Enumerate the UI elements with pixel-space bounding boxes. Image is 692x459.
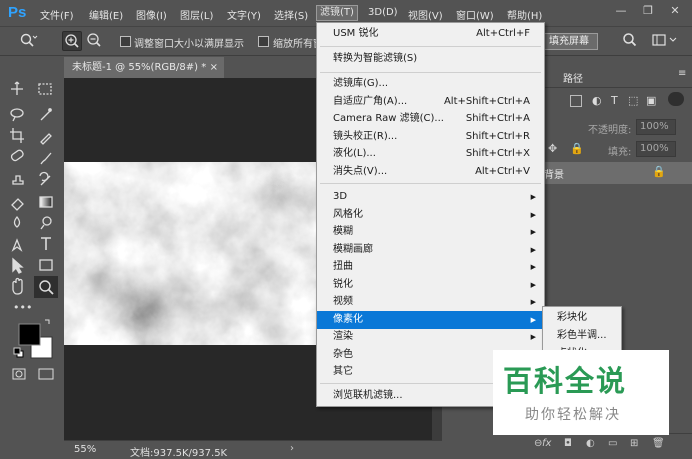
- filter-shape-icon[interactable]: ⬚: [628, 94, 638, 107]
- menu-item-convert-smart-filter[interactable]: 转换为智能滤镜(S): [317, 50, 544, 68]
- menu-item-adaptive-wide-angle[interactable]: 自适应广角(A)... Alt+Shift+Ctrl+A: [317, 93, 544, 111]
- layer-filter-row: ◐ T ⬚ ▣: [540, 92, 692, 114]
- menu-separator: [320, 183, 541, 184]
- panel-tabs: 路径 ≡: [540, 64, 692, 88]
- watermark-subtitle: 助你轻松解决: [525, 407, 621, 423]
- menu-separator: [320, 46, 541, 47]
- lock-all-icon[interactable]: 🔒: [570, 142, 584, 155]
- submenu-item-color-halftone[interactable]: 彩色半调...: [543, 327, 621, 345]
- layer-name: 背景: [544, 170, 564, 181]
- search-icon[interactable]: [620, 31, 640, 51]
- menu-item-distort[interactable]: 扭曲 ▶: [317, 258, 544, 276]
- svg-text:•••: •••: [13, 301, 32, 314]
- menu-item-render[interactable]: 渲染 ▶: [317, 328, 544, 346]
- status-arrow-icon[interactable]: ›: [290, 443, 294, 454]
- menu-window[interactable]: 窗口(W): [456, 7, 494, 22]
- filter-smart-icon[interactable]: ▣: [646, 94, 656, 107]
- menu-help[interactable]: 帮助(H): [507, 7, 542, 22]
- opacity-row: 不透明度: 100%: [540, 118, 692, 138]
- menu-3d[interactable]: 3D(D): [368, 7, 398, 18]
- close-tab-icon[interactable]: ×: [210, 57, 218, 78]
- group-icon[interactable]: ▭: [608, 438, 617, 449]
- panel-menu-icon[interactable]: ≡: [678, 68, 686, 79]
- menu-item-3d[interactable]: 3D ▶: [317, 188, 544, 206]
- filter-type-icon[interactable]: T: [611, 94, 618, 107]
- adjustment-layer-icon[interactable]: ◐: [586, 438, 595, 449]
- photoshop-logo: Ps: [8, 4, 27, 21]
- menu-separator: [320, 72, 541, 73]
- status-bar: 55% 文档:937.5K/937.5K ›: [64, 440, 442, 459]
- document-tab-title: 未标题-1 @ 55%(RGB/8#) *: [72, 62, 207, 73]
- add-mask-icon[interactable]: ◘: [564, 438, 572, 449]
- watermark: 百科全说 助你轻松解决: [493, 350, 669, 435]
- menu-item-video[interactable]: 视频 ▶: [317, 293, 544, 311]
- menu-item-lens-correction[interactable]: 镜头校正(R)... Shift+Ctrl+R: [317, 128, 544, 146]
- zoom-level[interactable]: 55%: [74, 444, 96, 455]
- fill-row: ✥ 🔒 填充: 100%: [540, 140, 692, 160]
- toolbox-icons: •••: [10, 81, 58, 380]
- fill-screen-button[interactable]: 填充屏幕: [540, 33, 598, 50]
- menu-image[interactable]: 图像(I): [136, 7, 167, 22]
- new-layer-icon[interactable]: ⊞: [630, 438, 638, 449]
- workspace-switcher-icon[interactable]: [648, 31, 684, 51]
- menu-item-pixelate[interactable]: 像素化 ▶: [317, 310, 544, 329]
- menu-item-blur-gallery[interactable]: 模糊画廊 ▶: [317, 241, 544, 259]
- clouds-canvas[interactable]: [64, 162, 320, 345]
- filter-pixel-icon[interactable]: [570, 95, 582, 107]
- document-tab[interactable]: 未标题-1 @ 55%(RGB/8#) * ×: [64, 57, 224, 78]
- filter-toggle[interactable]: [668, 92, 684, 106]
- menu-item-liquify[interactable]: 液化(L)... Shift+Ctrl+X: [317, 145, 544, 163]
- zoom-tool-preset-icon[interactable]: [18, 31, 38, 51]
- minimize-icon[interactable]: —: [610, 3, 632, 19]
- resize-windows-checkbox[interactable]: [120, 36, 131, 47]
- zoom-out-icon[interactable]: [84, 31, 104, 51]
- submenu-item-facet[interactable]: 彩块化: [543, 309, 621, 327]
- menu-item-vanishing-point[interactable]: 消失点(V)... Alt+Ctrl+V: [317, 163, 544, 181]
- document-size: 文档:937.5K/937.5K: [130, 448, 228, 459]
- opacity-value[interactable]: 100%: [636, 119, 676, 135]
- delete-layer-icon[interactable]: 🗑: [652, 438, 665, 449]
- filter-adjust-icon[interactable]: ◐: [592, 94, 602, 107]
- zoom-in-icon[interactable]: [62, 31, 82, 51]
- background-layer[interactable]: 背景 🔒: [540, 162, 692, 184]
- watermark-title: 百科全说: [503, 366, 628, 398]
- menu-item-usm-sharpen[interactable]: USM 锐化 Alt+Ctrl+F: [317, 25, 544, 43]
- layers-footer: ⊖ fx ◘ ◐ ▭ ⊞ 🗑: [534, 433, 692, 457]
- fill-label: 填充:: [608, 147, 632, 158]
- menu-edit[interactable]: 编辑(E): [89, 7, 123, 22]
- opacity-label: 不透明度:: [588, 125, 632, 136]
- menu-file[interactable]: 文件(F): [40, 7, 74, 22]
- fx-icon[interactable]: fx: [542, 438, 551, 449]
- menu-select[interactable]: 选择(S): [274, 7, 308, 22]
- restore-icon[interactable]: ❐: [637, 3, 659, 19]
- close-icon[interactable]: ✕: [664, 3, 686, 19]
- toolbox: •••: [3, 58, 59, 388]
- menu-item-blur[interactable]: 模糊 ▶: [317, 223, 544, 241]
- menu-type[interactable]: 文字(Y): [227, 7, 261, 22]
- fill-value[interactable]: 100%: [636, 141, 676, 157]
- menu-item-sharpen[interactable]: 锐化 ▶: [317, 276, 544, 294]
- menu-item-stylize[interactable]: 风格化 ▶: [317, 206, 544, 224]
- zoom-all-windows-checkbox[interactable]: [258, 36, 269, 47]
- menu-layer[interactable]: 图层(L): [180, 7, 213, 22]
- menu-view[interactable]: 视图(V): [408, 7, 443, 22]
- menu-item-filter-gallery[interactable]: 滤镜库(G)...: [317, 75, 544, 93]
- lock-pixels-icon[interactable]: ✥: [548, 142, 557, 155]
- menu-filter[interactable]: 滤镜(T): [316, 5, 358, 21]
- menu-item-camera-raw[interactable]: Camera Raw 滤镜(C)... Shift+Ctrl+A: [317, 110, 544, 128]
- layer-lock-icon: 🔒: [652, 165, 666, 178]
- tab-paths[interactable]: 路径: [563, 70, 583, 85]
- resize-windows-label: 调整窗口大小以满屏显示: [134, 39, 244, 50]
